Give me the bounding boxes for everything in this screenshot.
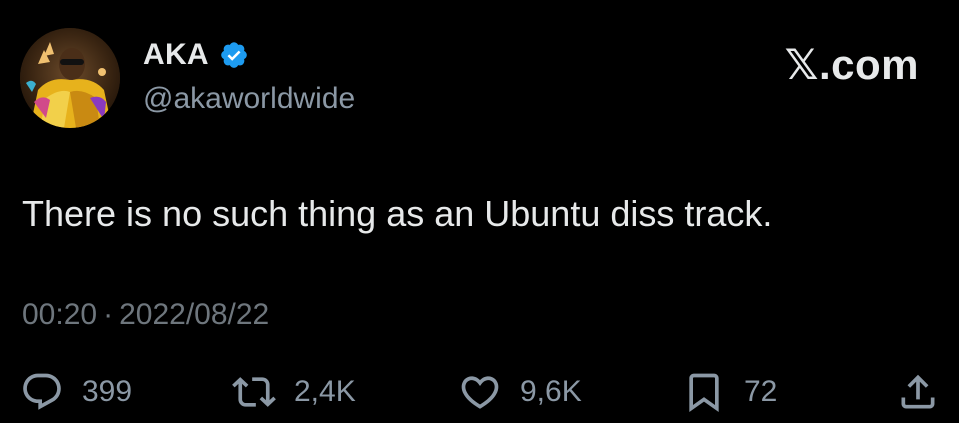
retweet-icon: [232, 370, 276, 414]
timestamp-separator: ·: [103, 298, 114, 331]
reply-count: 399: [82, 375, 133, 408]
reply-icon: [20, 370, 64, 414]
tweet-actions-bar: 399 2,4K 9,6K 72: [20, 370, 940, 416]
reply-button[interactable]: 399: [20, 370, 132, 414]
like-count: 9,6K: [520, 375, 582, 408]
tweet-text: There is no such thing as an Ubuntu diss…: [22, 193, 773, 234]
bookmark-icon: [682, 370, 726, 414]
retweet-count: 2,4K: [294, 375, 356, 408]
heart-icon: [458, 370, 502, 414]
tweet-date: 2022/08/22: [119, 298, 270, 331]
retweet-button[interactable]: 2,4K: [232, 370, 356, 414]
brand-logo[interactable]: 𝕏.com: [785, 40, 919, 89]
share-icon: [896, 370, 940, 414]
tweet-time: 00:20: [22, 298, 98, 331]
avatar[interactable]: [20, 28, 120, 128]
share-button[interactable]: [896, 370, 940, 414]
bookmark-button[interactable]: 72: [682, 370, 777, 414]
tweet-card: AKA @akaworldwide 𝕏.com There is no such…: [0, 0, 959, 423]
author-name-row: AKA: [143, 38, 249, 72]
display-name[interactable]: AKA: [143, 38, 209, 72]
avatar-image: [20, 28, 120, 128]
bookmark-count: 72: [744, 375, 778, 408]
verified-badge-icon: [219, 40, 249, 70]
like-button[interactable]: 9,6K: [458, 370, 582, 414]
tweet-timestamp[interactable]: 00:20 · 2022/08/22: [22, 298, 269, 332]
author-handle[interactable]: @akaworldwide: [143, 82, 355, 116]
